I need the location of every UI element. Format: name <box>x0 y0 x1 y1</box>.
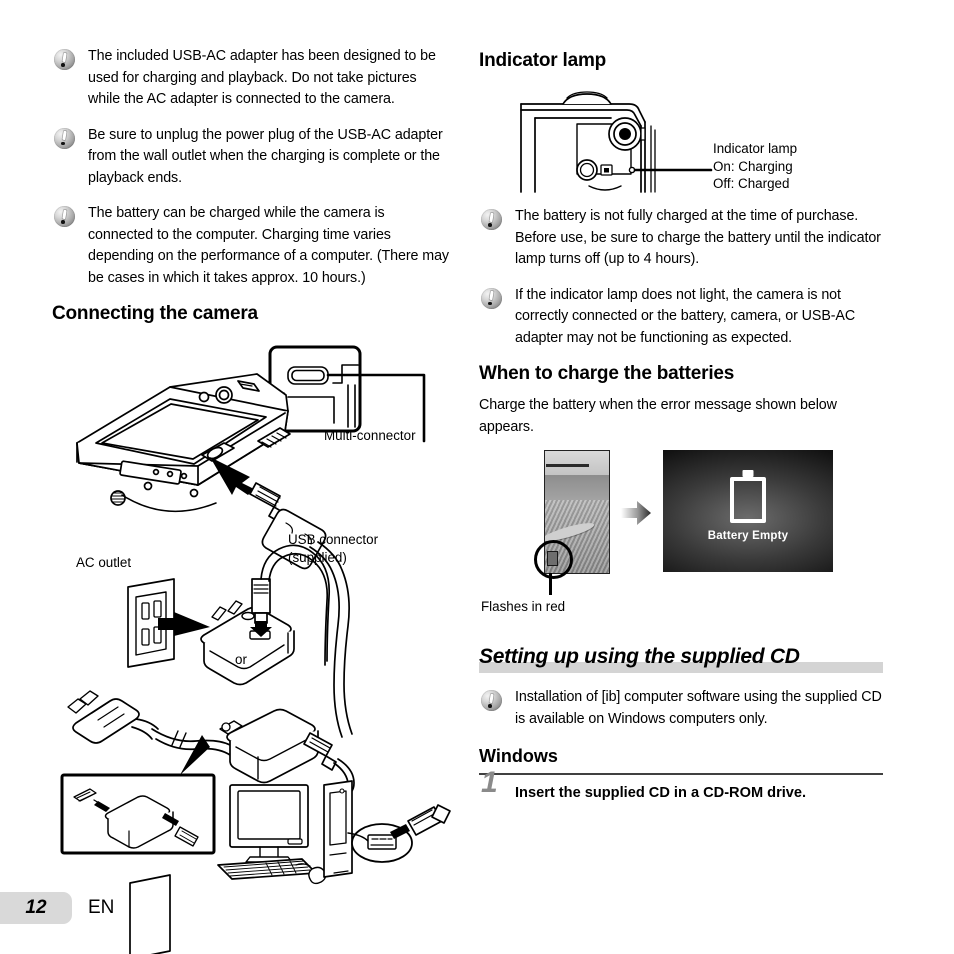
connection-diagram: Multi-connector AC outlet USB connector … <box>52 335 452 954</box>
usb-connector-label: USB connector (supplied) <box>288 532 379 565</box>
flashes-leader-line <box>549 573 552 595</box>
transition-arrow-icon <box>621 501 651 525</box>
indicator-lamp-callout-line1: Indicator lamp <box>713 141 798 156</box>
warning-exclamation-icon <box>481 690 502 711</box>
battery-empty-icon <box>730 477 766 523</box>
warning-exclamation-icon <box>481 287 502 309</box>
note-item: Be sure to unplug the power plug of the … <box>52 125 452 190</box>
setting-up-cd-section-heading: Setting up using the supplied CD <box>479 645 883 675</box>
step-text: Insert the supplied CD in a CD-ROM drive… <box>515 785 807 801</box>
page-footer: 12 EN <box>0 892 954 926</box>
when-to-charge-body: Charge the battery when the error messag… <box>479 397 837 435</box>
multi-connector-label: Multi-connector <box>324 428 416 443</box>
indicator-lamp-heading: Indicator lamp <box>479 50 607 71</box>
usb-plug-computer <box>390 804 451 839</box>
photo-midground <box>545 475 609 503</box>
note-text: If the indicator lamp does not light, th… <box>515 286 856 346</box>
connecting-the-camera-heading: Connecting the camera <box>52 303 258 324</box>
left-column: The included USB-AC adapter has been des… <box>52 46 452 954</box>
warning-exclamation-icon <box>481 209 502 230</box>
battery-empty-message: Battery Empty <box>707 530 789 542</box>
right-column: Indicator lamp Indicator lamp On: Chargi… <box>479 46 883 803</box>
step-item: 1 Insert the supplied CD in a CD-ROM dri… <box>479 768 883 803</box>
usb-ac-adapter-lower <box>219 708 355 796</box>
lcd-battery-empty-screen: Battery Empty <box>663 450 833 572</box>
note-item: Installation of [ib] computer software u… <box>479 687 883 730</box>
note-text: The battery can be charged while the cam… <box>88 205 449 286</box>
warning-exclamation-icon <box>54 49 75 70</box>
ac-outlet-label: AC outlet <box>76 555 132 570</box>
note-item: The battery can be charged while the cam… <box>52 203 452 289</box>
note-item: The battery is not fully charged at the … <box>479 206 883 271</box>
windows-divider <box>479 773 883 775</box>
usb-ac-adapter-upper <box>200 600 295 686</box>
indicator-lamp-svg <box>520 91 713 193</box>
power-plug <box>67 690 159 744</box>
photo-horizon-bar <box>546 464 589 468</box>
connection-diagram-svg <box>60 345 451 954</box>
computer-illustration <box>217 780 413 885</box>
warning-exclamation-icon <box>54 127 75 149</box>
note-text: Installation of [ib] computer software u… <box>515 689 882 727</box>
setting-up-cd-heading-text: Setting up using the supplied CD <box>479 645 800 668</box>
warning-exclamation-icon <box>54 206 75 227</box>
highlight-circle <box>534 540 573 579</box>
note-item: The included USB-AC adapter has been des… <box>52 46 452 111</box>
windows-heading: Windows <box>479 746 558 766</box>
manual-page: The included USB-AC adapter has been des… <box>0 0 954 954</box>
camera-back-illustration <box>520 91 656 193</box>
indicator-lamp-diagram: Indicator lamp On: Charging Off: Charged <box>479 82 883 202</box>
or-label: or <box>235 652 247 667</box>
note-text: The included USB-AC adapter has been des… <box>88 48 436 107</box>
note-text: The battery is not fully charged at the … <box>515 208 881 267</box>
step-number: 1 <box>481 766 498 799</box>
flashes-in-red-label: Flashes in red <box>481 599 566 614</box>
note-item: If the indicator lamp does not light, th… <box>479 285 883 350</box>
indicator-lamp-callout-line2: On: Charging <box>713 158 793 174</box>
note-text: Be sure to unplug the power plug of the … <box>88 126 443 186</box>
page-number: 12 <box>25 897 47 918</box>
usb-plug-upper <box>250 578 272 637</box>
indicator-lamp-callout-line3: Off: Charged <box>713 176 790 191</box>
battery-empty-diagram: Flashes in red Battery Empty <box>479 448 883 623</box>
when-to-charge-heading: When to charge the batteries <box>479 363 735 384</box>
language-code: EN <box>88 897 115 918</box>
